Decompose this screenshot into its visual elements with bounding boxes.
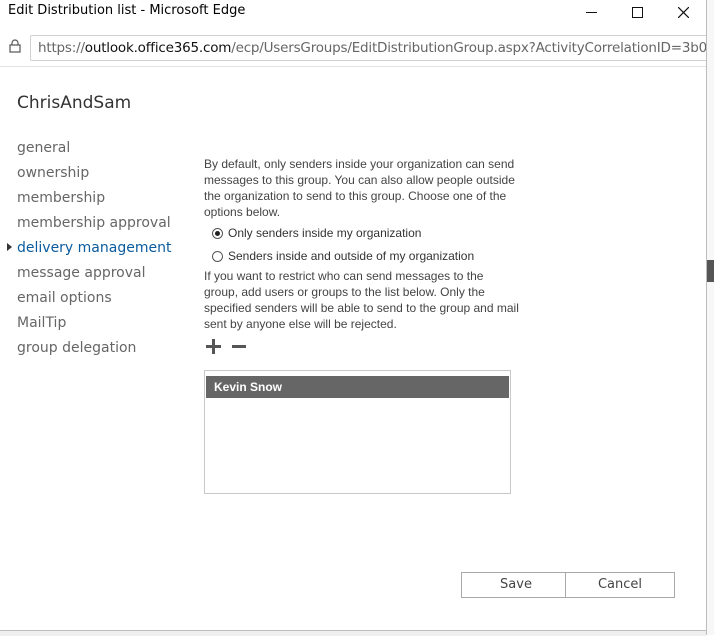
nav-item-email-options[interactable]: email options: [17, 288, 171, 313]
nav-item-mailtip[interactable]: MailTip: [17, 313, 171, 338]
nav-item-general[interactable]: general: [17, 138, 171, 163]
nav-item-label: ownership: [17, 165, 90, 181]
nav-item-label: general: [17, 140, 71, 156]
nav-item-label: membership approval: [17, 215, 171, 231]
nav-item-label: MailTip: [17, 315, 67, 331]
list-item[interactable]: Kevin Snow: [206, 376, 509, 398]
radio-only-inside[interactable]: Only senders inside my organization: [212, 223, 524, 243]
url-field[interactable]: https://outlook.office365.com/ecp/UsersG…: [30, 35, 712, 61]
allowed-senders-list[interactable]: Kevin Snow: [204, 370, 511, 494]
background-window-edge: [706, 0, 714, 635]
radio-label: Senders inside and outside of my organiz…: [228, 249, 475, 263]
minimize-button[interactable]: [568, 0, 614, 24]
close-button[interactable]: [660, 0, 706, 24]
window-title-bar: Edit Distribution list - Microsoft Edge: [0, 0, 706, 24]
nav-item-membership[interactable]: membership: [17, 188, 171, 213]
url-path: /ecp/UsersGroups/EditDistributionGroup.a…: [231, 40, 712, 56]
group-name-heading: ChrisAndSam: [17, 93, 132, 113]
url-scheme: https://: [38, 40, 85, 56]
radio-label: Only senders inside my organization: [228, 226, 422, 240]
remove-sender-button[interactable]: [230, 337, 250, 357]
nav-item-label: email options: [17, 290, 112, 306]
window-title: Edit Distribution list - Microsoft Edge: [8, 3, 246, 18]
lock-icon[interactable]: [9, 39, 21, 53]
nav-item-label: message approval: [17, 265, 146, 281]
delivery-intro-text: By default, only senders inside your org…: [204, 157, 515, 219]
minimize-icon: [585, 11, 597, 13]
url-domain: outlook.office365.com: [84, 40, 232, 56]
nav-item-message-approval[interactable]: message approval: [17, 263, 171, 288]
restrict-senders-text: If you want to restrict who can send mes…: [204, 269, 519, 331]
divider: [0, 66, 706, 67]
nav-item-group-delegation[interactable]: group delegation: [17, 338, 171, 363]
window-bottom-edge: [0, 630, 706, 636]
section-nav: general ownership membership membership …: [7, 138, 172, 363]
radio-button-checked[interactable]: [212, 227, 223, 239]
nav-item-ownership[interactable]: ownership: [17, 163, 171, 188]
selected-arrow-icon: [7, 243, 12, 251]
maximize-button[interactable]: [614, 0, 660, 24]
delivery-management-panel: By default, only senders inside your org…: [204, 156, 524, 358]
cancel-button[interactable]: Cancel: [565, 572, 675, 598]
nav-item-delivery-management[interactable]: delivery management: [7, 238, 172, 263]
nav-item-label: delivery management: [17, 240, 172, 256]
radio-inside-and-outside[interactable]: Senders inside and outside of my organiz…: [212, 246, 524, 266]
address-bar: https://outlook.office365.com/ecp/UsersG…: [0, 32, 712, 62]
background-window-fragment: [707, 260, 714, 282]
maximize-icon: [631, 6, 643, 18]
add-sender-button[interactable]: [204, 337, 224, 357]
nav-item-label: group delegation: [17, 340, 137, 356]
senders-toolbar: [204, 336, 524, 358]
nav-item-membership-approval[interactable]: membership approval: [17, 213, 171, 238]
nav-item-label: membership: [17, 190, 106, 206]
save-button[interactable]: Save: [461, 572, 571, 598]
close-icon: [677, 6, 689, 18]
radio-button[interactable]: [212, 250, 223, 262]
